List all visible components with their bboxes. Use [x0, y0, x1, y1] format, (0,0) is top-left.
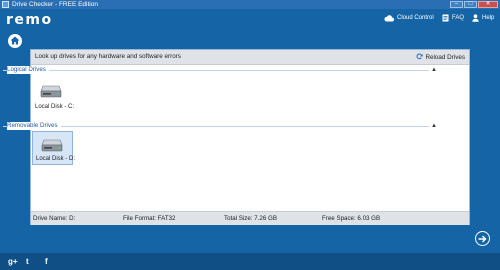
panel-header: Look up drives for any hardware and soft…	[31, 50, 469, 65]
hard-disk-icon	[41, 138, 63, 157]
cloud-control-label: Cloud Control	[397, 15, 434, 21]
free-space-value: Free Space: 6.03 GB	[322, 215, 381, 222]
drive-item-c[interactable]: Local Disk - C:	[32, 78, 75, 112]
section-divider	[3, 70, 429, 71]
section-logical-drives: Logical Drives ▲	[3, 66, 437, 74]
faq-link[interactable]: FAQ	[442, 14, 464, 22]
close-button[interactable]: ✕	[478, 1, 498, 8]
app-icon	[2, 1, 9, 8]
section-label: Logical Drives	[7, 66, 49, 74]
file-format-value: File Format: FAT32	[123, 215, 176, 222]
drives-panel: Look up drives for any hardware and soft…	[30, 49, 470, 225]
collapse-icon[interactable]: ▲	[431, 122, 437, 130]
drive-label: Local Disk - D:	[36, 156, 76, 162]
total-size-value: Total Size: 7.26 GB	[224, 215, 277, 222]
window-title: Drive Checker - FREE Edition	[12, 1, 98, 8]
home-button[interactable]	[8, 34, 22, 48]
cloud-control-link[interactable]: Cloud Control	[384, 14, 434, 22]
section-removable-drives: Removable Drives ▲	[3, 122, 437, 130]
next-button[interactable]	[475, 231, 490, 246]
help-link[interactable]: Help	[472, 14, 494, 22]
maximize-button[interactable]: □	[464, 1, 477, 8]
minimize-button[interactable]: –	[450, 1, 463, 8]
app-window: Drive Checker - FREE Edition – □ ✕ remo …	[0, 0, 500, 270]
help-label: Help	[482, 15, 495, 21]
drive-name-value: Drive Name: D:	[33, 215, 76, 222]
drive-label: Local Disk - C:	[35, 104, 75, 110]
twitter-icon[interactable]: t	[26, 257, 29, 266]
status-bar: Drive Name: D: File Format: FAT32 Total …	[31, 211, 469, 225]
cloud-icon	[384, 14, 394, 22]
person-icon	[472, 14, 479, 22]
arrow-right-icon	[478, 230, 487, 248]
reload-icon	[416, 53, 424, 62]
title-bar: Drive Checker - FREE Edition – □ ✕	[0, 0, 500, 9]
facebook-icon[interactable]: f	[45, 257, 48, 266]
reload-drives-button[interactable]: Reload Drives	[416, 53, 465, 62]
app-header: remo Cloud Control FAQ Help	[0, 9, 500, 30]
drive-item-d[interactable]: Local Disk - D:	[32, 131, 76, 165]
reload-label: Reload Drives	[425, 54, 465, 61]
section-divider	[3, 126, 429, 127]
panel-title: Look up drives for any hardware and soft…	[35, 53, 181, 60]
google-plus-icon[interactable]: g+	[8, 257, 18, 266]
footer-bar: g+ t f	[0, 253, 500, 270]
window-controls: – □ ✕	[450, 1, 498, 8]
hard-disk-icon	[40, 84, 62, 103]
home-icon	[10, 32, 20, 50]
remo-logo: remo	[6, 12, 53, 28]
section-label: Removable Drives	[7, 122, 61, 130]
faq-icon	[442, 14, 449, 22]
collapse-icon[interactable]: ▲	[431, 66, 437, 74]
faq-label: FAQ	[452, 15, 465, 21]
